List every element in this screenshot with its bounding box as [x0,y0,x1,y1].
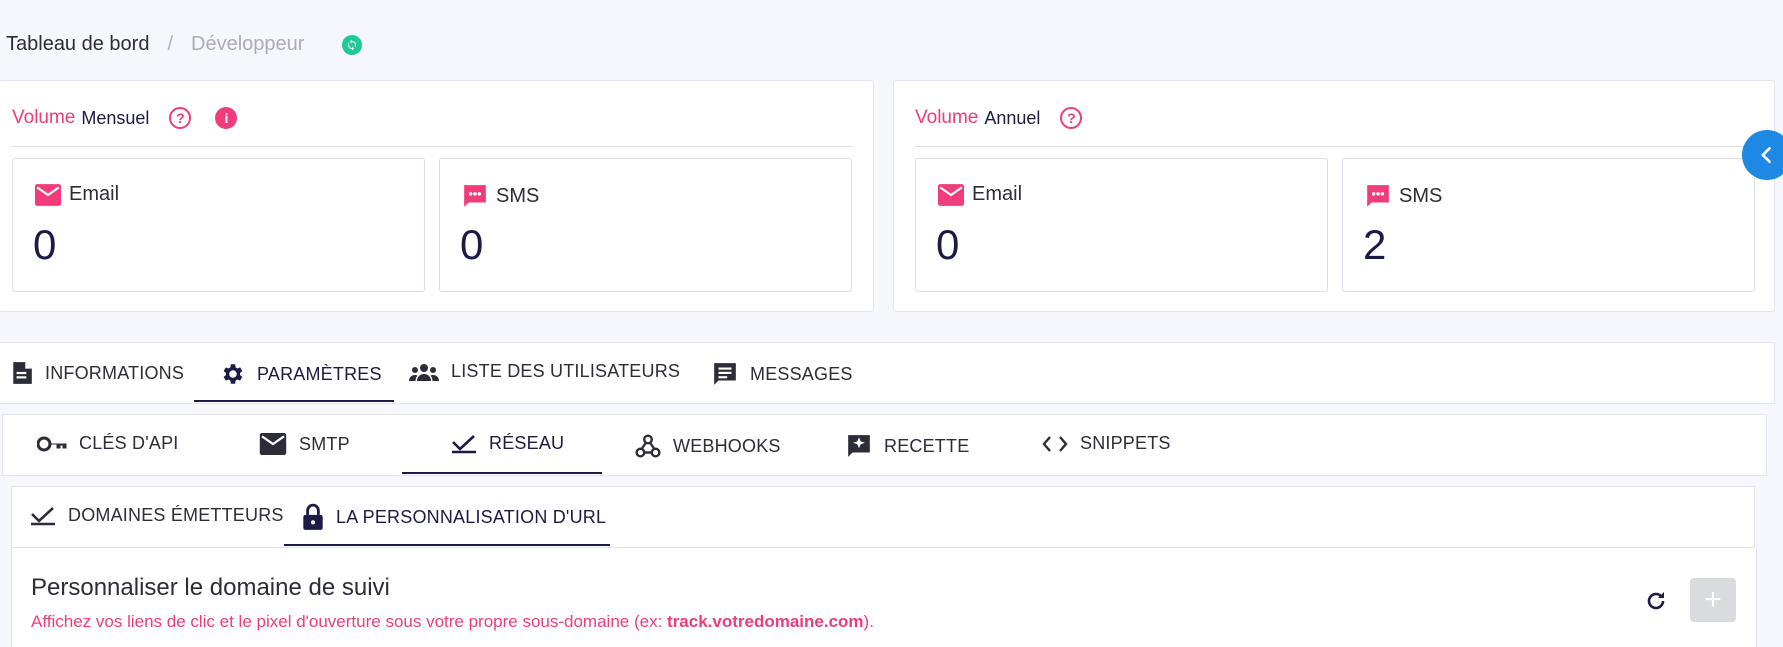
message-icon [714,363,736,385]
annual-email-value: 0 [936,221,960,268]
divider [12,146,852,147]
add-button[interactable]: + [1690,578,1736,622]
divider [915,146,1755,147]
email-stat-label: Email [938,183,1022,206]
email-stat-label: Email [35,183,119,206]
tab-label: RECETTE [884,435,970,456]
tab-liste-utilisateurs[interactable]: LISTE DES UTILISATEURS [409,361,680,382]
sms-stat-label: SMS [1365,183,1442,209]
annual-sms-stat: SMS 2 [1342,158,1755,292]
tab-cles-api[interactable]: CLÉS D'API [37,433,178,454]
plus-icon: + [1704,583,1722,616]
email-label: Email [69,183,120,205]
settings-tabs: CLÉS D'API SMTP RÉSEAU WEBHOOKS RECETTE … [2,414,1767,476]
network-icon [31,506,55,525]
sms-stat-label: SMS [462,183,539,209]
tab-domaines-emetteurs[interactable]: DOMAINES ÉMETTEURS [30,505,284,526]
sparkle-chat-icon [848,435,870,457]
tab-reseau[interactable]: RÉSEAU [451,433,564,454]
monthly-sms-stat: SMS 0 [439,158,852,292]
tab-label: MESSAGES [750,363,853,384]
tab-label: LISTE DES UTILISATEURS [451,361,681,381]
volume-label: Volume [12,107,76,128]
sms-label: SMS [1399,184,1443,207]
breadcrumb-home[interactable]: Tableau de bord [6,33,149,56]
tab-label: DOMAINES ÉMETTEURS [68,505,284,525]
desc-example-domain: track.votredomaine.com [667,612,864,631]
code-icon [1042,435,1068,452]
tab-label: WEBHOOKS [673,435,781,456]
gear-icon [223,364,243,384]
tab-recette[interactable]: RECETTE [846,433,969,459]
active-tab-indicator [194,400,394,402]
refresh-button[interactable] [1641,586,1671,616]
mail-icon [938,183,964,206]
breadcrumb-separator: / [167,33,174,55]
tab-snippets[interactable]: SNIPPETS [1042,433,1171,454]
section-title: Personnaliser le domaine de suivi [31,574,390,601]
webhook-icon [635,434,661,458]
sms-label: SMS [496,184,540,207]
annual-sms-value: 2 [1363,221,1387,268]
network-icon [452,434,476,453]
monthly-volume-title: Volume Mensuel ? i [12,107,238,129]
breadcrumb: Tableau de bord / Développeur [6,33,363,56]
lock-icon [303,503,323,530]
desc-text-end: ). [863,612,874,631]
network-tabs: DOMAINES ÉMETTEURS LA PERSONNALISATION D… [11,486,1755,548]
period-label: Mensuel [81,107,150,128]
tracking-domain-panel: Personnaliser le domaine de suivi Affich… [11,548,1757,647]
annual-volume-title: Volume Annuel ? [915,107,1083,129]
tab-messages[interactable]: MESSAGES [712,361,853,387]
users-icon [409,363,439,381]
info-icon[interactable]: i [215,107,238,129]
tab-smtp[interactable]: SMTP [259,433,350,455]
document-icon [13,362,32,384]
tab-label: SMTP [299,433,350,454]
tab-parametres[interactable]: PARAMÈTRES [219,361,382,387]
tab-label: RÉSEAU [489,433,565,453]
monthly-sms-value: 0 [460,221,484,268]
tab-label: LA PERSONNALISATION D'URL [336,506,607,527]
volume-label: Volume [915,107,979,128]
tab-informations[interactable]: INFORMATIONS [11,361,184,385]
sync-icon[interactable] [342,34,363,55]
annual-email-stat: Email 0 [915,158,1328,292]
monthly-volume-card: Volume Mensuel ? i Email 0 SMS 0 [0,80,874,312]
help-icon[interactable]: ? [169,107,192,129]
tab-webhooks[interactable]: WEBHOOKS [635,433,781,459]
sms-icon [464,185,486,207]
key-icon [37,436,67,451]
sms-icon [1367,185,1389,207]
active-tab-indicator [402,472,602,474]
help-icon[interactable]: ? [1060,107,1083,129]
mail-icon [259,433,287,455]
monthly-email-value: 0 [33,221,57,268]
desc-text: Affichez vos liens de clic et le pixel d… [31,612,668,631]
refresh-icon [1647,592,1665,610]
tab-label: CLÉS D'API [79,433,179,453]
breadcrumb-current: Développeur [191,33,305,55]
tab-label: PARAMÈTRES [257,363,382,384]
tab-label: INFORMATIONS [45,362,185,383]
email-label: Email [972,183,1023,205]
annual-volume-card: Volume Annuel ? Email 0 SMS 2 [893,80,1775,312]
monthly-email-stat: Email 0 [12,158,425,292]
period-label: Annuel [984,107,1041,128]
tab-personnalisation-url[interactable]: LA PERSONNALISATION D'URL [302,503,606,531]
active-tab-indicator [284,544,610,546]
main-tabs: INFORMATIONS PARAMÈTRES LISTE DES UTILIS… [0,342,1775,404]
mail-icon [35,183,61,206]
section-description: Affichez vos liens de clic et le pixel d… [31,612,874,632]
chevron-left-icon [1761,147,1771,163]
tab-label: SNIPPETS [1080,433,1171,453]
